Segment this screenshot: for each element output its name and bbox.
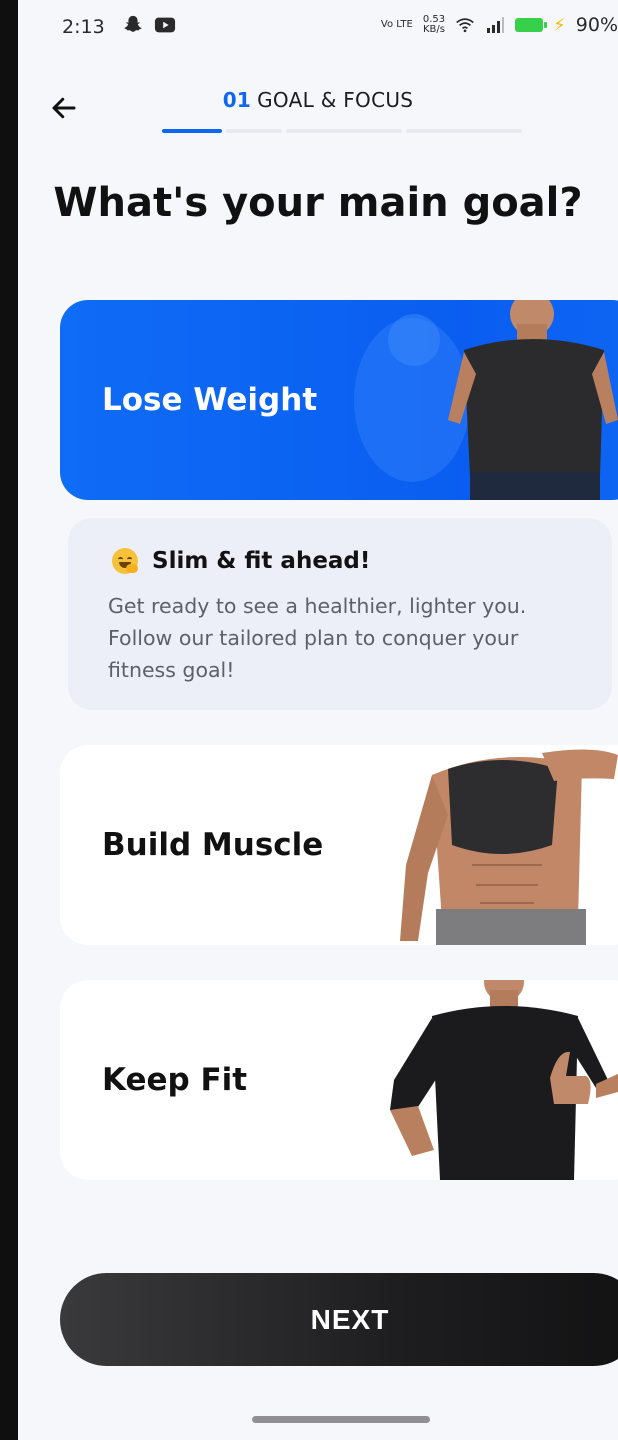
status-system-icons: Vo LTE 0.53 KB/s ⚡ 90% bbox=[381, 14, 618, 36]
option-build-muscle[interactable]: Build Muscle bbox=[60, 745, 618, 945]
status-bar: 2:13 Vo LTE 0.53 KB/s ⚡ 90% bbox=[18, 0, 618, 56]
progress-segment-1 bbox=[162, 129, 222, 133]
info-description: Get ready to see a healthier, lighter yo… bbox=[108, 594, 527, 682]
goal-info-card: Slim & fit ahead! Get ready to see a hea… bbox=[68, 518, 612, 710]
network-type: Vo LTE bbox=[380, 19, 413, 30]
status-time: 2:13 bbox=[62, 16, 105, 38]
charging-icon: ⚡ bbox=[553, 14, 566, 36]
wifi-icon bbox=[456, 18, 474, 33]
info-title: Slim & fit ahead! bbox=[112, 548, 370, 574]
option-label: Lose Weight bbox=[102, 382, 318, 418]
home-indicator bbox=[252, 1416, 430, 1423]
progress-segment-3 bbox=[286, 129, 402, 133]
onboarding-header: 01 GOAL & FOCUS bbox=[18, 72, 618, 142]
build-muscle-illustration bbox=[400, 749, 618, 945]
step-name: GOAL & FOCUS bbox=[257, 88, 414, 112]
option-lose-weight[interactable]: Lose Weight bbox=[60, 300, 618, 500]
progress-segment-4 bbox=[406, 129, 522, 133]
battery-level: 90% bbox=[575, 14, 618, 36]
smiling-hug-emoji-icon bbox=[112, 548, 138, 574]
progress-segment-2 bbox=[226, 129, 282, 133]
signal-icon bbox=[487, 17, 505, 33]
battery-icon bbox=[515, 18, 548, 32]
network-speed: 0.53 KB/s bbox=[422, 14, 446, 35]
info-title-text: Slim & fit ahead! bbox=[152, 548, 371, 574]
step-progress bbox=[162, 129, 522, 133]
status-notification-icons bbox=[122, 14, 176, 36]
step-number: 01 bbox=[222, 88, 252, 112]
snapchat-icon bbox=[124, 15, 142, 32]
option-label: Build Muscle bbox=[102, 827, 324, 863]
keep-fit-illustration bbox=[390, 980, 618, 1180]
lose-weight-illustration bbox=[354, 300, 618, 500]
youtube-icon bbox=[154, 17, 176, 33]
page-question: What's your main goal? bbox=[53, 180, 583, 226]
option-keep-fit[interactable]: Keep Fit bbox=[60, 980, 618, 1180]
step-title: 01 GOAL & FOCUS bbox=[18, 88, 618, 112]
option-label: Keep Fit bbox=[102, 1062, 248, 1098]
app-screen: 2:13 Vo LTE 0.53 KB/s ⚡ 90% 01 GOAL & FO… bbox=[18, 0, 618, 1440]
next-button[interactable]: NEXT bbox=[60, 1273, 618, 1366]
